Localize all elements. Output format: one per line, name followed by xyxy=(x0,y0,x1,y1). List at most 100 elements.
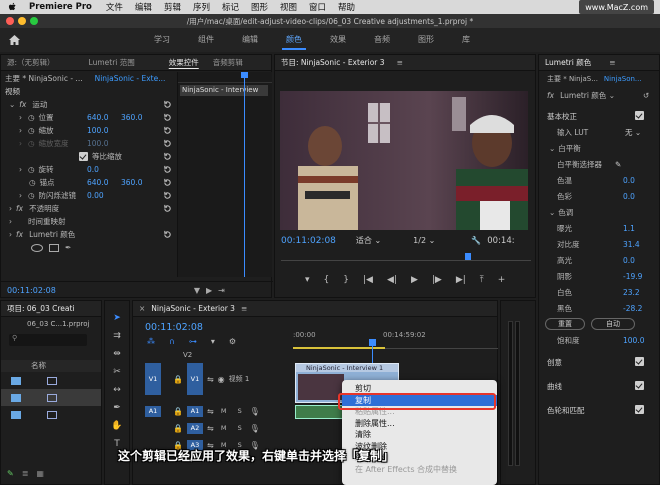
curves-label[interactable]: 曲线 xyxy=(547,381,562,392)
expand-icon[interactable]: › xyxy=(19,165,22,174)
stopwatch-icon[interactable]: ◷ xyxy=(29,178,36,187)
tint-value[interactable]: 0.0 xyxy=(623,192,635,201)
timeline-playhead[interactable] xyxy=(369,339,376,346)
motion-label[interactable]: 运动 xyxy=(32,99,47,110)
expand-icon[interactable]: › xyxy=(9,230,12,239)
play-only-audio-icon[interactable]: ▶ xyxy=(206,286,212,295)
reset-uniform-scale-icon[interactable] xyxy=(163,152,172,161)
white-balance-label[interactable]: 白平衡 xyxy=(558,143,581,154)
chevron-down-icon[interactable]: ⌄ xyxy=(549,144,555,153)
menu-window[interactable]: 窗口 xyxy=(309,1,326,13)
position-y-value[interactable]: 360.0 xyxy=(121,113,142,122)
list-item[interactable] xyxy=(1,389,101,406)
microphone-icon[interactable]: 🎙 xyxy=(250,407,260,416)
whites-value[interactable]: 23.2 xyxy=(623,288,640,297)
toggle-audio-icon[interactable]: ⇥ xyxy=(218,286,225,295)
timeline-timecode[interactable]: 00:11:02:08 xyxy=(145,322,203,333)
lock-icon[interactable]: 🔒 xyxy=(173,407,183,416)
temperature-value[interactable]: 0.0 xyxy=(623,176,635,185)
linked-selection-icon[interactable]: ⊶ xyxy=(189,337,197,346)
timeline-tab[interactable]: NinjaSonic - Exterior 3 xyxy=(145,304,241,313)
razor-tool-icon[interactable]: ✂ xyxy=(113,367,121,377)
menu-graphics[interactable]: 图形 xyxy=(251,1,268,13)
reset-motion-icon[interactable] xyxy=(163,100,172,109)
step-forward-icon[interactable]: |▶ xyxy=(432,275,442,285)
curves-checkbox[interactable] xyxy=(635,381,644,390)
go-to-out-icon[interactable]: ▶| xyxy=(456,275,466,285)
track-a2-target[interactable]: A2 xyxy=(186,422,203,434)
list-item[interactable] xyxy=(1,406,101,423)
chevron-down-icon[interactable]: ⌄ xyxy=(549,208,555,217)
lumetri-master-clip[interactable]: 主要 * NinjaS... xyxy=(547,74,598,84)
add-marker-icon[interactable]: ▾ xyxy=(211,337,215,346)
quality-dropdown[interactable]: 1/2 ⌄ xyxy=(413,236,435,245)
tab-audio-clip-mixer[interactable]: 音频剪辑 xyxy=(207,57,249,68)
microphone-icon[interactable]: 🎙 xyxy=(250,424,260,433)
wrench-icon[interactable]: 🔧 xyxy=(471,236,481,245)
project-tab[interactable]: 项目: 06_03 Creati xyxy=(1,303,81,314)
sync-lock-icon[interactable]: ⇋ xyxy=(207,375,214,384)
workspace-tab-color[interactable]: 颜色 xyxy=(272,28,316,52)
nest-icon[interactable]: ⁂ xyxy=(147,337,155,346)
reset-anchor-icon[interactable] xyxy=(163,178,172,187)
add-marker-icon[interactable]: ▾ xyxy=(305,275,310,285)
playhead-marker[interactable] xyxy=(241,72,248,78)
reset-position-icon[interactable] xyxy=(163,113,172,122)
track-a1-target[interactable]: A1 xyxy=(186,405,203,417)
workspace-tab-learn[interactable]: 学习 xyxy=(140,28,184,52)
reset-opacity-icon[interactable] xyxy=(163,204,172,213)
master-clip-label[interactable]: 主要 * NinjaSonic - ... xyxy=(5,73,83,84)
timeline-settings-icon[interactable]: ⚙ xyxy=(229,337,236,346)
reset-lumetri-icon[interactable] xyxy=(163,230,172,239)
anchor-x-value[interactable]: 640.0 xyxy=(87,178,108,187)
workspace-tab-assembly[interactable]: 组件 xyxy=(184,28,228,52)
stopwatch-icon[interactable]: ◷ xyxy=(28,191,35,200)
workspace-tab-effects[interactable]: 效果 xyxy=(316,28,360,52)
input-lut-dropdown[interactable]: 无 ⌄ xyxy=(625,127,641,138)
menu-markers[interactable]: 标记 xyxy=(222,1,239,13)
filter-icon[interactable]: ▼ xyxy=(194,286,200,295)
mute-button[interactable]: M xyxy=(218,423,230,434)
stopwatch-icon[interactable]: ◷ xyxy=(28,113,35,122)
apple-icon[interactable] xyxy=(8,2,17,12)
mute-button[interactable]: M xyxy=(218,406,230,417)
eye-icon[interactable]: ◉ xyxy=(218,375,225,384)
sync-lock-icon[interactable]: ⇋ xyxy=(207,424,214,433)
project-search-input[interactable]: ⚲ xyxy=(9,334,87,346)
lock-icon[interactable]: 🔒 xyxy=(173,375,183,384)
auto-button[interactable]: 自动 xyxy=(591,318,635,330)
basic-correction-label[interactable]: 基本校正 xyxy=(547,111,577,122)
creative-label[interactable]: 创意 xyxy=(547,357,562,368)
reset-scale-icon[interactable] xyxy=(163,126,172,135)
panel-menu-icon[interactable]: ≡ xyxy=(609,58,615,67)
app-name[interactable]: Premiere Pro xyxy=(29,2,92,12)
program-playhead[interactable] xyxy=(465,253,471,260)
position-x-value[interactable]: 640.0 xyxy=(87,113,108,122)
ripple-edit-tool-icon[interactable]: ⇹ xyxy=(113,349,121,359)
icon-view-icon[interactable]: ▦ xyxy=(36,469,44,478)
anchor-y-value[interactable]: 360.0 xyxy=(121,178,142,187)
expand-icon[interactable]: › xyxy=(9,217,12,226)
menu-item-clear[interactable]: 清除 xyxy=(342,429,497,441)
panel-menu-icon[interactable]: ≡ xyxy=(397,58,403,67)
expand-icon[interactable]: › xyxy=(19,191,22,200)
lumetri-effect-label[interactable]: Lumetri 颜色 xyxy=(29,229,75,240)
stopwatch-icon[interactable]: ◷ xyxy=(28,126,35,135)
opacity-label[interactable]: 不透明度 xyxy=(29,203,59,214)
menu-file[interactable]: 文件 xyxy=(106,1,123,13)
expand-icon[interactable]: › xyxy=(9,204,12,213)
list-item[interactable] xyxy=(1,372,101,389)
panel-menu-icon[interactable]: ≡ xyxy=(241,304,247,313)
menu-clip[interactable]: 剪辑 xyxy=(164,1,181,13)
close-window-icon[interactable] xyxy=(6,17,14,25)
lumetri-tab[interactable]: Lumetri 颜色 xyxy=(539,57,597,68)
color-wheels-checkbox[interactable] xyxy=(635,405,644,414)
source-patch-a1[interactable]: A1 xyxy=(145,405,161,417)
workspace-tab-editing[interactable]: 编辑 xyxy=(228,28,272,52)
list-view-icon[interactable]: ≣ xyxy=(22,469,29,478)
fit-dropdown[interactable]: 适合 ⌄ xyxy=(356,235,381,246)
menu-edit[interactable]: 编辑 xyxy=(135,1,152,13)
program-scrub-bar[interactable] xyxy=(281,253,531,261)
expand-icon[interactable]: › xyxy=(19,126,22,135)
menu-view[interactable]: 视图 xyxy=(280,1,297,13)
